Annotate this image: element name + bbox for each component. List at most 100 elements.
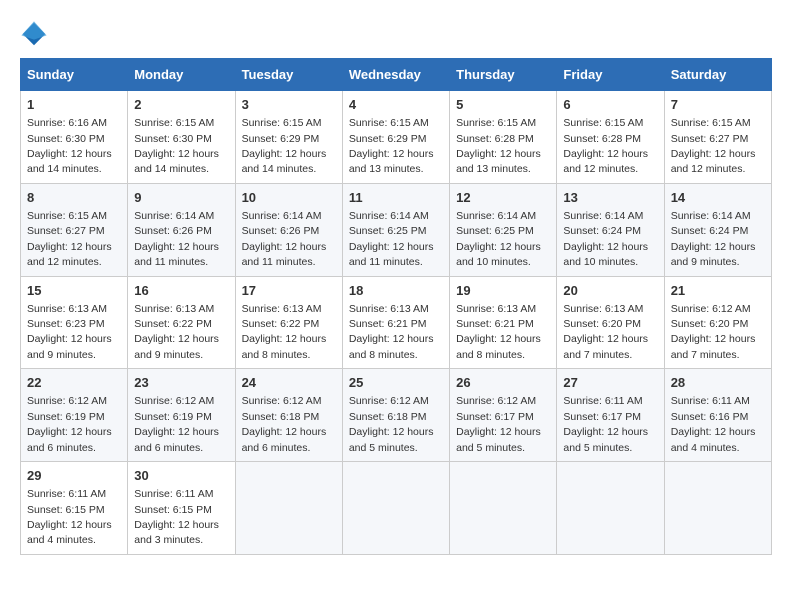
day-info: Sunrise: 6:11 AMSunset: 6:16 PMDaylight:… xyxy=(671,395,756,453)
calendar-cell: 26 Sunrise: 6:12 AMSunset: 6:17 PMDaylig… xyxy=(450,369,557,462)
calendar-header-row: SundayMondayTuesdayWednesdayThursdayFrid… xyxy=(21,59,772,91)
calendar-cell: 5 Sunrise: 6:15 AMSunset: 6:28 PMDayligh… xyxy=(450,91,557,184)
day-info: Sunrise: 6:13 AMSunset: 6:22 PMDaylight:… xyxy=(134,303,219,361)
calendar-cell: 11 Sunrise: 6:14 AMSunset: 6:25 PMDaylig… xyxy=(342,183,449,276)
calendar-cell: 2 Sunrise: 6:15 AMSunset: 6:30 PMDayligh… xyxy=(128,91,235,184)
calendar-cell: 6 Sunrise: 6:15 AMSunset: 6:28 PMDayligh… xyxy=(557,91,664,184)
day-info: Sunrise: 6:13 AMSunset: 6:21 PMDaylight:… xyxy=(349,303,434,361)
day-info: Sunrise: 6:13 AMSunset: 6:23 PMDaylight:… xyxy=(27,303,112,361)
day-info: Sunrise: 6:14 AMSunset: 6:25 PMDaylight:… xyxy=(349,210,434,268)
day-number: 25 xyxy=(349,374,443,392)
day-number: 6 xyxy=(563,96,657,114)
day-number: 1 xyxy=(27,96,121,114)
calendar-cell xyxy=(342,462,449,555)
day-info: Sunrise: 6:14 AMSunset: 6:24 PMDaylight:… xyxy=(671,210,756,268)
column-header-sunday: Sunday xyxy=(21,59,128,91)
column-header-saturday: Saturday xyxy=(664,59,771,91)
calendar-cell: 30 Sunrise: 6:11 AMSunset: 6:15 PMDaylig… xyxy=(128,462,235,555)
day-number: 11 xyxy=(349,189,443,207)
calendar-cell: 16 Sunrise: 6:13 AMSunset: 6:22 PMDaylig… xyxy=(128,276,235,369)
day-info: Sunrise: 6:15 AMSunset: 6:28 PMDaylight:… xyxy=(563,117,648,175)
calendar-table: SundayMondayTuesdayWednesdayThursdayFrid… xyxy=(20,58,772,555)
day-number: 29 xyxy=(27,467,121,485)
day-info: Sunrise: 6:15 AMSunset: 6:27 PMDaylight:… xyxy=(27,210,112,268)
day-number: 21 xyxy=(671,282,765,300)
day-info: Sunrise: 6:14 AMSunset: 6:25 PMDaylight:… xyxy=(456,210,541,268)
calendar-cell: 3 Sunrise: 6:15 AMSunset: 6:29 PMDayligh… xyxy=(235,91,342,184)
calendar-cell: 19 Sunrise: 6:13 AMSunset: 6:21 PMDaylig… xyxy=(450,276,557,369)
day-number: 28 xyxy=(671,374,765,392)
day-number: 18 xyxy=(349,282,443,300)
calendar-cell: 4 Sunrise: 6:15 AMSunset: 6:29 PMDayligh… xyxy=(342,91,449,184)
column-header-tuesday: Tuesday xyxy=(235,59,342,91)
day-number: 27 xyxy=(563,374,657,392)
day-number: 2 xyxy=(134,96,228,114)
day-info: Sunrise: 6:12 AMSunset: 6:18 PMDaylight:… xyxy=(242,395,327,453)
calendar-cell: 21 Sunrise: 6:12 AMSunset: 6:20 PMDaylig… xyxy=(664,276,771,369)
calendar-cell: 22 Sunrise: 6:12 AMSunset: 6:19 PMDaylig… xyxy=(21,369,128,462)
day-number: 19 xyxy=(456,282,550,300)
day-info: Sunrise: 6:15 AMSunset: 6:30 PMDaylight:… xyxy=(134,117,219,175)
day-number: 20 xyxy=(563,282,657,300)
day-number: 10 xyxy=(242,189,336,207)
calendar-cell xyxy=(557,462,664,555)
day-info: Sunrise: 6:14 AMSunset: 6:26 PMDaylight:… xyxy=(134,210,219,268)
day-info: Sunrise: 6:12 AMSunset: 6:20 PMDaylight:… xyxy=(671,303,756,361)
day-number: 7 xyxy=(671,96,765,114)
calendar-cell: 7 Sunrise: 6:15 AMSunset: 6:27 PMDayligh… xyxy=(664,91,771,184)
column-header-monday: Monday xyxy=(128,59,235,91)
calendar-week-4: 22 Sunrise: 6:12 AMSunset: 6:19 PMDaylig… xyxy=(21,369,772,462)
calendar-cell: 15 Sunrise: 6:13 AMSunset: 6:23 PMDaylig… xyxy=(21,276,128,369)
day-info: Sunrise: 6:16 AMSunset: 6:30 PMDaylight:… xyxy=(27,117,112,175)
calendar-cell: 1 Sunrise: 6:16 AMSunset: 6:30 PMDayligh… xyxy=(21,91,128,184)
calendar-cell: 10 Sunrise: 6:14 AMSunset: 6:26 PMDaylig… xyxy=(235,183,342,276)
calendar-cell: 25 Sunrise: 6:12 AMSunset: 6:18 PMDaylig… xyxy=(342,369,449,462)
day-number: 26 xyxy=(456,374,550,392)
day-number: 14 xyxy=(671,189,765,207)
day-info: Sunrise: 6:13 AMSunset: 6:22 PMDaylight:… xyxy=(242,303,327,361)
calendar-cell: 12 Sunrise: 6:14 AMSunset: 6:25 PMDaylig… xyxy=(450,183,557,276)
day-info: Sunrise: 6:12 AMSunset: 6:17 PMDaylight:… xyxy=(456,395,541,453)
calendar-cell xyxy=(664,462,771,555)
logo xyxy=(20,20,52,48)
day-number: 22 xyxy=(27,374,121,392)
day-number: 24 xyxy=(242,374,336,392)
calendar-cell: 28 Sunrise: 6:11 AMSunset: 6:16 PMDaylig… xyxy=(664,369,771,462)
day-number: 12 xyxy=(456,189,550,207)
day-info: Sunrise: 6:11 AMSunset: 6:15 PMDaylight:… xyxy=(134,488,219,546)
calendar-week-3: 15 Sunrise: 6:13 AMSunset: 6:23 PMDaylig… xyxy=(21,276,772,369)
calendar-week-5: 29 Sunrise: 6:11 AMSunset: 6:15 PMDaylig… xyxy=(21,462,772,555)
day-number: 9 xyxy=(134,189,228,207)
column-header-friday: Friday xyxy=(557,59,664,91)
day-info: Sunrise: 6:11 AMSunset: 6:15 PMDaylight:… xyxy=(27,488,112,546)
calendar-cell: 9 Sunrise: 6:14 AMSunset: 6:26 PMDayligh… xyxy=(128,183,235,276)
logo-icon xyxy=(20,20,48,48)
calendar-cell: 24 Sunrise: 6:12 AMSunset: 6:18 PMDaylig… xyxy=(235,369,342,462)
day-number: 17 xyxy=(242,282,336,300)
day-info: Sunrise: 6:15 AMSunset: 6:29 PMDaylight:… xyxy=(242,117,327,175)
day-number: 4 xyxy=(349,96,443,114)
calendar-cell xyxy=(235,462,342,555)
day-number: 23 xyxy=(134,374,228,392)
page-header xyxy=(20,20,772,48)
day-info: Sunrise: 6:15 AMSunset: 6:27 PMDaylight:… xyxy=(671,117,756,175)
calendar-cell: 8 Sunrise: 6:15 AMSunset: 6:27 PMDayligh… xyxy=(21,183,128,276)
day-number: 15 xyxy=(27,282,121,300)
calendar-cell: 17 Sunrise: 6:13 AMSunset: 6:22 PMDaylig… xyxy=(235,276,342,369)
day-info: Sunrise: 6:13 AMSunset: 6:21 PMDaylight:… xyxy=(456,303,541,361)
calendar-cell: 29 Sunrise: 6:11 AMSunset: 6:15 PMDaylig… xyxy=(21,462,128,555)
day-info: Sunrise: 6:15 AMSunset: 6:28 PMDaylight:… xyxy=(456,117,541,175)
day-number: 30 xyxy=(134,467,228,485)
day-info: Sunrise: 6:15 AMSunset: 6:29 PMDaylight:… xyxy=(349,117,434,175)
calendar-cell: 13 Sunrise: 6:14 AMSunset: 6:24 PMDaylig… xyxy=(557,183,664,276)
calendar-cell xyxy=(450,462,557,555)
calendar-week-1: 1 Sunrise: 6:16 AMSunset: 6:30 PMDayligh… xyxy=(21,91,772,184)
calendar-cell: 20 Sunrise: 6:13 AMSunset: 6:20 PMDaylig… xyxy=(557,276,664,369)
column-header-wednesday: Wednesday xyxy=(342,59,449,91)
day-info: Sunrise: 6:12 AMSunset: 6:19 PMDaylight:… xyxy=(27,395,112,453)
day-info: Sunrise: 6:12 AMSunset: 6:18 PMDaylight:… xyxy=(349,395,434,453)
day-number: 16 xyxy=(134,282,228,300)
day-info: Sunrise: 6:14 AMSunset: 6:24 PMDaylight:… xyxy=(563,210,648,268)
day-info: Sunrise: 6:13 AMSunset: 6:20 PMDaylight:… xyxy=(563,303,648,361)
calendar-week-2: 8 Sunrise: 6:15 AMSunset: 6:27 PMDayligh… xyxy=(21,183,772,276)
